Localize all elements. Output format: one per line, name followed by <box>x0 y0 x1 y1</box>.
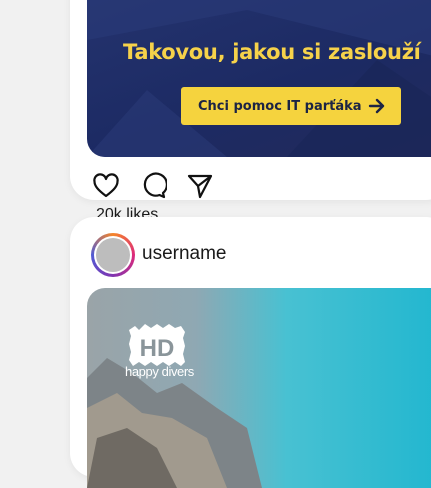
post-card-top: Takovou, jakou si zaslouží Chci pomoc IT… <box>70 0 431 223</box>
ad-banner[interactable]: Takovou, jakou si zaslouží Chci pomoc IT… <box>87 0 431 157</box>
logo-caption: happy divers <box>125 364 194 379</box>
share-icon[interactable] <box>186 172 214 200</box>
avatar-ring-gap <box>94 236 132 274</box>
ad-cta-button[interactable]: Chci pomoc IT parťáka <box>181 87 401 125</box>
post-actions <box>92 172 214 200</box>
heart-icon[interactable] <box>92 172 120 200</box>
ad-cta-label: Chci pomoc IT parťáka <box>198 98 362 114</box>
avatar-placeholder <box>96 238 130 272</box>
arrow-right-icon <box>368 98 385 114</box>
logo-text: HD <box>140 335 175 362</box>
post-card-bottom: username HD happy divers <box>70 217 431 488</box>
username[interactable]: username <box>142 243 227 265</box>
comment-icon[interactable] <box>139 172 167 200</box>
avatar[interactable] <box>91 233 135 277</box>
ad-headline: Takovou, jakou si zaslouží <box>123 40 421 64</box>
ad-background-decoration <box>87 0 431 157</box>
post-photo[interactable]: HD happy divers <box>87 288 431 488</box>
